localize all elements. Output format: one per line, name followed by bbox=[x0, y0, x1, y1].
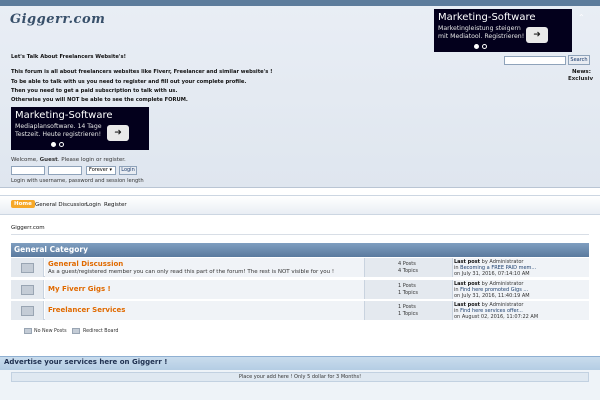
board-main-cell: General Discussion As a guest/registered… bbox=[45, 258, 364, 277]
board-row: My Fiverr Gigs ! 1 Posts 1 Topics Last p… bbox=[11, 280, 589, 299]
welcome-text: Welcome, Guest. Please login or register… bbox=[11, 157, 126, 163]
intro-line-4: Otherwise you will NOT be able to see th… bbox=[11, 97, 188, 103]
ad-text-2: Testzeit. Heute registrieren! bbox=[15, 131, 102, 138]
board-no-new-icon bbox=[21, 306, 34, 316]
intro-line-2: To be able to talk with us you need to r… bbox=[11, 79, 247, 85]
ad-text-1: Marketingleistung steigern bbox=[438, 25, 521, 32]
login-note: Login with username, password and sessio… bbox=[11, 178, 144, 184]
board-icon-cell bbox=[11, 301, 44, 320]
board-stats: 1 Posts 1 Topics bbox=[364, 301, 453, 320]
board-row: Freelancer Services 1 Posts 1 Topics Las… bbox=[11, 301, 589, 320]
board-icon-cell bbox=[11, 258, 44, 277]
welcome-prefix: Welcome, bbox=[11, 157, 40, 163]
no-new-posts-icon bbox=[24, 328, 32, 334]
divider bbox=[11, 234, 589, 235]
collapse-header-icon[interactable]: ⌃ bbox=[578, 13, 585, 22]
board-stats: 1 Posts 1 Topics bbox=[364, 280, 453, 299]
board-topics: 1 Topics bbox=[398, 290, 418, 296]
menu-home[interactable]: Home bbox=[11, 200, 35, 208]
board-last-post: Last post by Administrator in Becoming a… bbox=[453, 258, 589, 277]
board-main-cell: Freelancer Services bbox=[45, 301, 364, 320]
intro-line-3: Then you need to get a paid subscription… bbox=[11, 88, 178, 94]
board-name[interactable]: My Fiverr Gigs ! bbox=[48, 285, 111, 293]
breadcrumb[interactable]: Giggerr.com bbox=[11, 225, 45, 231]
board-last-post: Last post by Administrator in Find here … bbox=[453, 280, 589, 299]
advertise-title: Advertise your services here on Giggerr … bbox=[4, 358, 168, 366]
ad-text-2: mit Mediatool. Registrieren! bbox=[438, 33, 525, 40]
board-posts: 1 Posts bbox=[398, 283, 416, 289]
menu-login[interactable]: Login bbox=[86, 202, 101, 208]
last-post-date: on July 31, 2016, 07:14:10 AM bbox=[454, 271, 530, 277]
site-logo[interactable]: Giggerr.com bbox=[10, 12, 105, 27]
board-topics: 4 Topics bbox=[398, 268, 418, 274]
login-button[interactable]: Login bbox=[119, 166, 137, 175]
ad-banner-top[interactable]: Marketing-Software Marketingleistung ste… bbox=[434, 9, 572, 52]
legend-redirect: Redirect Board bbox=[83, 329, 119, 334]
last-post-date: on July 31, 2016, 11:40:19 AM bbox=[454, 293, 530, 299]
ad-text-1: Mediaplansoftware. 14 Tage bbox=[15, 123, 102, 130]
board-desc: As a guest/registered member you can onl… bbox=[48, 269, 335, 275]
session-value: Forever bbox=[89, 167, 108, 173]
ad-dot-2[interactable] bbox=[59, 142, 64, 147]
news-text: Exclusiv bbox=[568, 76, 594, 82]
category-header[interactable]: General Category bbox=[11, 243, 589, 257]
menu-general-discussion[interactable]: General Discussion bbox=[35, 202, 88, 208]
legend-no-new: No New Posts bbox=[34, 329, 67, 334]
board-posts: 4 Posts bbox=[398, 261, 416, 267]
board-name[interactable]: Freelancer Services bbox=[48, 306, 125, 314]
ad-title: Marketing-Software bbox=[15, 110, 113, 121]
ad-dot-1[interactable] bbox=[51, 142, 56, 147]
ad-title: Marketing-Software bbox=[438, 12, 536, 23]
board-icon-cell bbox=[11, 280, 44, 299]
board-no-new-icon bbox=[21, 263, 34, 273]
ad-dot-2[interactable] bbox=[482, 44, 487, 49]
board-row: General Discussion As a guest/registered… bbox=[11, 258, 589, 277]
password-input[interactable] bbox=[48, 166, 82, 175]
advertise-text: Place your add here ! Only 5 dollar for … bbox=[11, 372, 589, 382]
redirect-board-icon bbox=[72, 328, 80, 334]
board-topics: 1 Topics bbox=[398, 311, 418, 317]
header-top-bar bbox=[0, 0, 600, 6]
news-label: News: bbox=[572, 69, 591, 75]
ad-arrow-icon[interactable]: ➜ bbox=[526, 27, 548, 43]
ad-banner-left[interactable]: Marketing-Software Mediaplansoftware. 14… bbox=[11, 107, 149, 150]
ad-arrow-icon[interactable]: ➜ bbox=[107, 125, 129, 141]
board-main-cell: My Fiverr Gigs ! bbox=[45, 280, 364, 299]
session-length-select[interactable]: Forever ▾ bbox=[86, 166, 116, 175]
intro-heading: Let's Talk About Freelancers Website's! bbox=[11, 54, 126, 60]
welcome-suffix: . Please login or register. bbox=[57, 157, 126, 163]
last-post-date: on August 02, 2016, 11:07:22 AM bbox=[454, 314, 539, 320]
board-last-post: Last post by Administrator in Find here … bbox=[453, 301, 589, 320]
username-input[interactable] bbox=[11, 166, 45, 175]
intro-line-1: This forum is all about freelancers webs… bbox=[11, 69, 273, 75]
board-stats: 4 Posts 4 Topics bbox=[364, 258, 453, 277]
board-name[interactable]: General Discussion bbox=[48, 260, 123, 268]
menu-register[interactable]: Register bbox=[104, 202, 127, 208]
board-posts: 1 Posts bbox=[398, 304, 416, 310]
board-no-new-icon bbox=[21, 285, 34, 295]
search-button[interactable]: Search bbox=[568, 55, 590, 65]
ad-dot-1[interactable] bbox=[474, 44, 479, 49]
search-input[interactable] bbox=[504, 56, 566, 65]
welcome-guest: Guest bbox=[39, 157, 58, 163]
